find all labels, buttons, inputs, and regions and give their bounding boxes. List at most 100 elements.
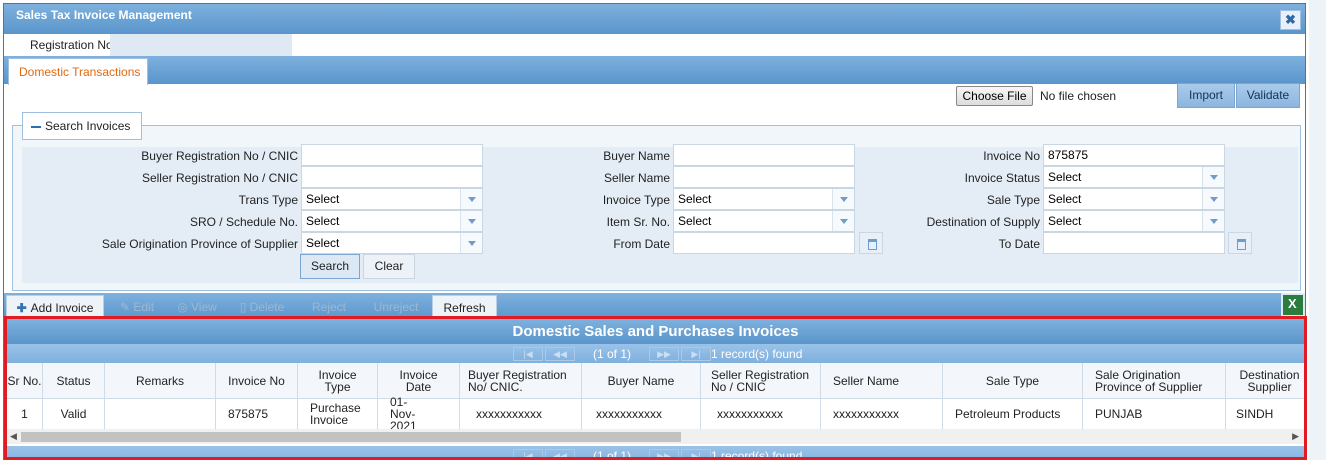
sro-select[interactable]: Select bbox=[301, 210, 483, 232]
next-page-button[interactable]: ▶▶ bbox=[649, 449, 679, 457]
col-header-destination[interactable]: Destination Supplier bbox=[1226, 363, 1304, 399]
to-date-input[interactable] bbox=[1043, 232, 1225, 254]
col-header-invoice-type[interactable]: Invoice Type bbox=[298, 363, 378, 399]
file-status: No file chosen bbox=[1040, 89, 1117, 103]
buyer-reg-input[interactable] bbox=[301, 144, 483, 166]
prev-page-button[interactable]: ◀◀ bbox=[545, 347, 575, 361]
col-header-seller-name[interactable]: Seller Name bbox=[821, 363, 943, 399]
invoice-status-select[interactable]: Select bbox=[1043, 166, 1225, 188]
invoice-no-input[interactable]: 875875 bbox=[1043, 144, 1225, 166]
cell-seller-reg: xxxxxxxxxxx bbox=[701, 399, 821, 429]
scroll-right-icon[interactable]: ▶ bbox=[1292, 431, 1299, 442]
cell-buyer-reg: xxxxxxxxxxx bbox=[460, 399, 582, 429]
search-legend-toggle[interactable]: Search Invoices bbox=[22, 112, 142, 140]
seller-reg-input[interactable] bbox=[301, 166, 483, 188]
col-header-status[interactable]: Status bbox=[43, 363, 105, 399]
destination-value: Select bbox=[1048, 214, 1082, 228]
invoice-grid: Domestic Sales and Purchases Invoices |◀… bbox=[4, 316, 1307, 460]
chevron-down-icon[interactable] bbox=[832, 211, 854, 231]
delete-label: Delete bbox=[249, 300, 285, 314]
col-header-seller-reg[interactable]: Seller Registration No / CNIC bbox=[701, 363, 821, 399]
buyer-name-label: Buyer Name bbox=[603, 149, 670, 163]
invoice-status-label: Invoice Status bbox=[964, 171, 1040, 185]
horizontal-scrollbar[interactable]: ◀ ▶ bbox=[7, 429, 1304, 444]
col-header-invoice-no[interactable]: Invoice No bbox=[216, 363, 298, 399]
calendar-icon[interactable] bbox=[859, 232, 883, 254]
col-header-invoice-date[interactable]: Invoice Date bbox=[378, 363, 460, 399]
tab-domestic-transactions[interactable]: Domestic Transactions bbox=[8, 58, 148, 85]
trans-type-select[interactable]: Select bbox=[301, 188, 483, 210]
first-page-button[interactable]: |◀ bbox=[513, 347, 543, 361]
pencil-icon: ✎ bbox=[119, 300, 134, 314]
close-button[interactable]: ✖ bbox=[1280, 10, 1301, 30]
import-button[interactable]: Import bbox=[1177, 83, 1235, 108]
chevron-down-icon[interactable] bbox=[832, 189, 854, 209]
invoice-no-label: Invoice No bbox=[983, 149, 1040, 163]
grid-pager-bottom: |◀ ◀◀ (1 of 1) ▶▶ ▶| 1 record(s) found bbox=[7, 446, 1304, 460]
chevron-down-icon[interactable] bbox=[1202, 189, 1224, 209]
trans-type-label: Trans Type bbox=[238, 193, 298, 207]
prev-page-button[interactable]: ◀◀ bbox=[545, 449, 575, 457]
cell-invoice-type: Purchase Invoice bbox=[298, 399, 378, 429]
col-header-remarks[interactable]: Remarks bbox=[105, 363, 216, 399]
plus-icon: ✚ bbox=[16, 301, 27, 315]
records-count: 1 record(s) found bbox=[711, 449, 803, 460]
invoice-type-select[interactable]: Select bbox=[673, 188, 855, 210]
search-legend-label: Search Invoices bbox=[45, 119, 131, 133]
last-page-button[interactable]: ▶| bbox=[681, 449, 711, 457]
chevron-down-icon[interactable] bbox=[1202, 211, 1224, 231]
last-page-button[interactable]: ▶| bbox=[681, 347, 711, 361]
cell-destination: SINDH bbox=[1226, 399, 1304, 429]
buyer-name-input[interactable] bbox=[673, 144, 855, 166]
invoice-type-value: Select bbox=[678, 192, 712, 206]
view-label: View bbox=[191, 300, 217, 314]
choose-file-button[interactable]: Choose File bbox=[956, 86, 1033, 106]
sale-type-select[interactable]: Select bbox=[1043, 188, 1225, 210]
scroll-left-icon[interactable]: ◀ bbox=[10, 431, 17, 442]
clear-button[interactable]: Clear bbox=[363, 254, 415, 279]
from-date-input[interactable] bbox=[673, 232, 855, 254]
scrollbar-thumb[interactable] bbox=[21, 432, 681, 442]
cell-invoice-date: 01-Nov-2021 bbox=[378, 396, 460, 432]
seller-name-input[interactable] bbox=[673, 166, 855, 188]
chevron-down-icon[interactable] bbox=[1202, 167, 1224, 187]
table-row[interactable]: 1 Valid 875875 Purchase Invoice 01-Nov-2… bbox=[7, 396, 1304, 432]
window-title: Sales Tax Invoice Management bbox=[16, 8, 192, 22]
col-header-province[interactable]: Sale Origination Province of Supplier bbox=[1083, 363, 1226, 399]
trash-icon: ▯ bbox=[239, 300, 250, 314]
excel-export-icon[interactable] bbox=[1281, 293, 1305, 317]
page-indicator: (1 of 1) bbox=[593, 449, 632, 460]
eye-icon: ◎ bbox=[177, 300, 191, 314]
first-page-button[interactable]: |◀ bbox=[513, 449, 543, 457]
cell-sr-no: 1 bbox=[7, 399, 43, 429]
page-indicator: (1 of 1) bbox=[593, 347, 632, 361]
seller-name-label: Seller Name bbox=[603, 171, 670, 185]
cell-buyer-name: xxxxxxxxxxx bbox=[582, 399, 701, 429]
destination-select[interactable]: Select bbox=[1043, 210, 1225, 232]
edit-label: Edit bbox=[133, 300, 155, 314]
invoice-status-value: Select bbox=[1048, 170, 1082, 184]
seller-reg-label: Seller Registration No / CNIC bbox=[141, 171, 298, 185]
calendar-icon[interactable] bbox=[1228, 232, 1252, 254]
next-page-button[interactable]: ▶▶ bbox=[649, 347, 679, 361]
col-header-sr-no[interactable]: Sr No. bbox=[7, 363, 43, 399]
chevron-down-icon[interactable] bbox=[460, 189, 482, 209]
province-select[interactable]: Select bbox=[301, 232, 483, 254]
col-header-buyer-name[interactable]: Buyer Name bbox=[582, 363, 701, 399]
sale-type-label: Sale Type bbox=[986, 193, 1040, 207]
chevron-down-icon[interactable] bbox=[460, 211, 482, 231]
item-sr-select[interactable]: Select bbox=[673, 210, 855, 232]
chevron-down-icon[interactable] bbox=[460, 233, 482, 253]
validate-button[interactable]: Validate bbox=[1236, 83, 1300, 108]
destination-label: Destination of Supply bbox=[926, 215, 1040, 229]
grid-header: Sr No. Status Remarks Invoice No Invoice… bbox=[7, 363, 1304, 399]
trans-type-value: Select bbox=[306, 192, 340, 206]
registration-label: Registration No bbox=[30, 38, 113, 52]
invoice-type-label: Invoice Type bbox=[602, 193, 670, 207]
to-date-label: To Date bbox=[998, 237, 1040, 251]
col-header-sale-type[interactable]: Sale Type bbox=[943, 363, 1083, 399]
search-button[interactable]: Search bbox=[300, 254, 360, 279]
province-value: Select bbox=[306, 236, 340, 250]
col-header-buyer-reg[interactable]: Buyer Registration No/ CNIC. bbox=[460, 363, 582, 399]
from-date-label: From Date bbox=[613, 237, 670, 251]
